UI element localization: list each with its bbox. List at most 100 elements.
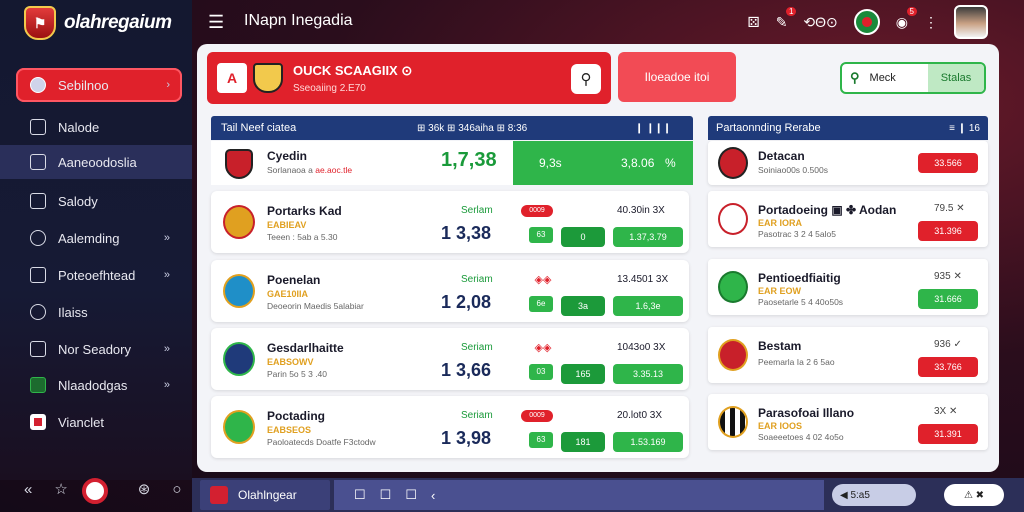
odds-pill[interactable]: 181 <box>561 432 605 452</box>
logo-text: olahregaium <box>64 12 172 33</box>
odds-pill[interactable]: 03 <box>529 364 553 380</box>
sidebar-item-4[interactable]: Aalemding » <box>16 221 182 255</box>
app-logo[interactable]: ⚑ olahregaium <box>24 6 184 40</box>
bet-slip-icon[interactable]: ✎ 1 <box>776 6 797 31</box>
odds-pill[interactable]: 6e <box>529 296 553 312</box>
sidebar-item-7[interactable]: Nor Seadory » <box>16 332 182 366</box>
match-info-highlight: ae.aoc.tle <box>315 165 353 175</box>
notifications-icon[interactable]: ◉ 5 <box>896 6 917 31</box>
gift-icon <box>30 414 46 430</box>
search-input[interactable]: ⚲ Meck Stalas <box>840 62 986 94</box>
odds-pill[interactable]: 165 <box>561 364 605 384</box>
search-icon[interactable]: ⚲ <box>571 64 601 94</box>
sidebar-item-0[interactable]: Sebilnoo › <box>16 68 182 102</box>
match-code: EABSOWV <box>267 357 314 367</box>
flag-icon[interactable] <box>853 9 880 35</box>
match-info: Paoloatecds Doatfe F3ctodw <box>267 437 376 447</box>
home-icon <box>30 119 46 135</box>
odds-total: 1043o0 3X <box>617 342 666 353</box>
star-icon[interactable]: ☆ <box>54 480 67 498</box>
odds-panel[interactable]: 9,3s 3,8.06 % <box>513 141 693 185</box>
collapse-icon[interactable]: « <box>24 481 32 498</box>
odds-pill[interactable]: 3a <box>561 296 605 316</box>
odds-pill[interactable]: 1.53.169 <box>613 432 683 452</box>
sidebar-item-8[interactable]: Nlaadodgas » <box>16 368 182 402</box>
odds-pill[interactable]: 3.35.13 <box>613 364 683 384</box>
sidebar-item-label: Nor Seadory <box>58 341 131 357</box>
team-crest-icon <box>223 342 255 376</box>
chevron-right-icon: » <box>163 343 170 355</box>
sidebar-item-3[interactable]: Salody <box>16 184 182 218</box>
window-icon[interactable]: ☐ <box>354 487 366 503</box>
right-list-item[interactable]: Bestam Peemarla Ia 2 6 5ao 936 ✓ 33.766 <box>708 327 988 383</box>
odds-pill[interactable]: 63 <box>529 432 553 448</box>
topbar: ☰ INapn Inegadia ⚄ ✎ 1 ⟲Θ⊙ ◉ 5 ⋮ <box>192 0 1024 44</box>
sidebar-item-2[interactable]: Aaneoodoslia <box>0 145 192 179</box>
match-card[interactable]: Poctading EABSEOS Paoloatecds Doatfe F3c… <box>211 396 689 458</box>
notification-badge: 5 <box>906 6 917 16</box>
status-icon[interactable]: ○ <box>172 481 181 498</box>
volume-widget[interactable]: ◀ 5:a5 <box>832 484 916 506</box>
more-icon[interactable]: ⋮ <box>924 14 938 31</box>
match-info: Parin 5o 5 3 .40 <box>267 369 328 379</box>
taskbar-app[interactable]: Olahlngear <box>200 480 330 510</box>
sidebar-item-label: Nalode <box>58 119 100 135</box>
sidebar-item-label: Aalemding <box>58 230 120 246</box>
right-list-controls[interactable]: ≡ ❙ 16 <box>949 123 980 134</box>
team-name: Gesdarlhaitte <box>267 341 344 355</box>
cta-button[interactable]: Iloeadoe itoi <box>618 52 736 102</box>
sidebar-item-label: Sebilnoo <box>58 77 109 93</box>
live-dot-icon[interactable] <box>82 478 108 504</box>
odds-value: 1,7,38 <box>441 149 497 171</box>
settings-icon[interactable]: ⟲Θ⊙ <box>803 14 837 31</box>
league-flag-icon: A <box>217 63 247 93</box>
avatar[interactable] <box>954 5 988 39</box>
dice-icon[interactable]: ⚄ <box>748 14 760 31</box>
right-list-item[interactable]: Pentioedfiaitig EAR EOW Paosetarle 5 4 4… <box>708 259 988 315</box>
sidebar-item-9[interactable]: Vianclet <box>16 405 182 439</box>
live-tag: 0009 <box>521 410 553 422</box>
right-list-item[interactable]: Portadoeing ▣ ✤ Aodan EAR IORA Pasotrac … <box>708 191 988 247</box>
team-crest-icon <box>223 274 255 308</box>
team-name: Cyedin <box>267 149 308 163</box>
odds-pill[interactable]: 0 <box>561 227 605 247</box>
window-icon[interactable]: ☐ <box>380 487 392 503</box>
market-value: 79.5 ✕ <box>934 203 965 214</box>
odds-pill[interactable]: 31.666 <box>918 289 978 309</box>
topbar-actions: ⚄ ✎ 1 ⟲Θ⊙ ◉ 5 ⋮ <box>748 4 1024 40</box>
odds-pill[interactable]: 1.37,3.79 <box>613 227 683 247</box>
right-list-item[interactable]: Parasofoai Illano EAR IOOS Soaeeetoes 4 … <box>708 394 988 450</box>
sidebar-item-1[interactable]: Nalode <box>16 110 182 144</box>
right-list-item[interactable]: Detacan Soiniao00s 0.500s 33.566 <box>708 141 988 185</box>
sidebar-item-label: Ilaiss <box>58 304 88 320</box>
odds-pill[interactable]: 31.391 <box>918 424 978 444</box>
back-icon[interactable]: ‹ <box>431 488 435 503</box>
window-icon[interactable]: ☐ <box>405 487 417 503</box>
odds-pill[interactable]: 63 <box>529 227 553 243</box>
match-card[interactable]: Gesdarlhaitte EABSOWV Parin 5o 5 3 .40 S… <box>211 328 689 390</box>
document-icon <box>30 154 46 170</box>
featured-match-row[interactable]: Cyedin Sorlanaoa a ae.aoc.tle 1,7,38 9,3… <box>211 141 693 185</box>
team-name: Portadoeing ▣ ✤ Aodan <box>758 203 897 217</box>
market-value: 936 ✓ <box>934 339 962 350</box>
odds-value: 1 3,98 <box>441 428 492 448</box>
odds-pill[interactable]: 1.6,3e <box>613 296 683 316</box>
match-code: EAR IOOS <box>758 421 803 431</box>
match-card[interactable]: Portarks Kad EABIEAV Teeen : 5ab a 5.30 … <box>211 191 689 253</box>
sidebar-item-5[interactable]: Poteoefhtead » <box>16 258 182 292</box>
odds-pill[interactable]: 33.566 <box>918 153 978 173</box>
team-name: Poctading <box>267 409 326 423</box>
match-card[interactable]: Poenelan GAE10IIA Deoeorin Maedis 5alabi… <box>211 260 689 322</box>
sidebar-item-6[interactable]: Ilaiss <box>16 295 182 329</box>
alerts-widget[interactable]: ⚠ ✖ <box>944 484 1004 506</box>
users-icon[interactable]: ⊛ <box>138 480 151 498</box>
match-info: Pasotrac 3 2 4 5alo5 <box>758 229 836 239</box>
team-crest-icon <box>223 205 255 239</box>
notification-badge: 1 <box>785 6 797 16</box>
search-button[interactable]: Stalas <box>928 64 984 92</box>
odds-pill[interactable]: 33.766 <box>918 357 978 377</box>
menu-icon[interactable]: ☰ <box>208 12 224 33</box>
calendar-icon <box>30 341 46 357</box>
featured-match-banner[interactable]: A OUCK SCAAGIIX ⊙ Sseoaiing 2.E70 ⚲ <box>207 52 611 104</box>
odds-pill[interactable]: 31.396 <box>918 221 978 241</box>
